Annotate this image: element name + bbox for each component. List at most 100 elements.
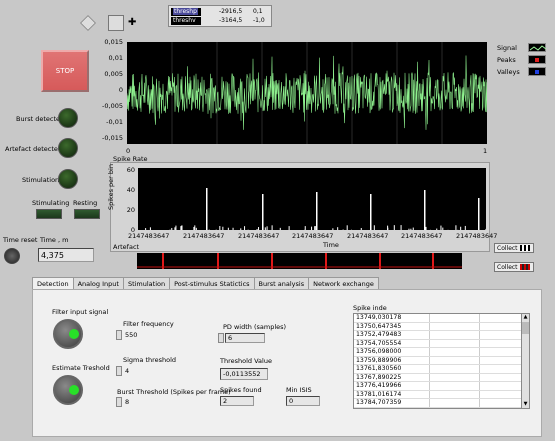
stimulating-toggle[interactable]: [36, 209, 62, 219]
pan-icon[interactable]: [108, 15, 124, 31]
spike-bar: [175, 225, 177, 230]
threshp-v1: -2916,5: [219, 8, 243, 15]
spike-bar: [219, 226, 221, 230]
signal-plot[interactable]: [127, 42, 487, 144]
sigma-label: Sigma threshold: [123, 356, 177, 364]
spike-index-value: 13756,098000: [354, 348, 430, 356]
estimate-knob[interactable]: [53, 375, 83, 405]
collect-button-2[interactable]: Collect: [494, 262, 534, 272]
scroll-thumb[interactable]: [522, 322, 529, 334]
min-isis-field: 0: [286, 396, 320, 406]
x-tick: 2147483647: [292, 232, 334, 240]
checker-red-icon: [519, 264, 530, 270]
list-item[interactable]: 13756,098000: [354, 348, 528, 357]
collect-button-1[interactable]: Collect: [494, 243, 534, 253]
y-tick: 20: [126, 206, 135, 214]
list-item[interactable]: 13750,647345: [354, 322, 528, 331]
spike-bar: [424, 190, 426, 230]
spike-index-list[interactable]: 13749,030178 13750,647345 13752,479483 1375…: [353, 313, 529, 409]
artefact-marks: [137, 253, 462, 269]
y-tick: 60: [126, 166, 135, 174]
artefact-detected-label: Artefact detected: [5, 145, 63, 153]
x-tick: 2147483647: [456, 232, 498, 240]
spike-bar: [436, 228, 438, 230]
spike-rate-plot[interactable]: [138, 168, 486, 230]
list-item[interactable]: 13781,016174: [354, 390, 528, 399]
sigma-stepper[interactable]: [116, 366, 122, 376]
x-tick: 2147483647: [183, 232, 225, 240]
spike-bar: [412, 227, 414, 230]
spike-bar: [387, 227, 389, 230]
pd-width-label: PD width (samples): [223, 323, 287, 331]
spike-bar: [258, 227, 260, 230]
burst-threshold-stepper[interactable]: [116, 397, 122, 407]
scroll-up-icon[interactable]: ▲: [522, 314, 529, 321]
threshv-v1: -3164,5: [219, 17, 243, 24]
filter-frequency-field[interactable]: 550: [123, 330, 153, 340]
spike-index-value: 13776,419966: [354, 382, 430, 390]
y-tick: 0,01: [108, 54, 123, 62]
y-tick: 0,015: [104, 38, 123, 46]
signal-trace: [127, 42, 487, 144]
artefact-strip[interactable]: [137, 253, 462, 269]
spike-bar: [244, 226, 246, 230]
list-item[interactable]: 13776,419966: [354, 382, 528, 391]
list-item[interactable]: 13754,705554: [354, 339, 528, 348]
pd-width-field[interactable]: 6: [225, 333, 265, 343]
spike-bar: [279, 227, 281, 230]
filter-input-knob[interactable]: [53, 319, 83, 349]
stimulation-label: Stimulation: [22, 176, 60, 184]
resting-toggle[interactable]: [74, 209, 100, 219]
spike-bar: [174, 227, 176, 230]
spike-bar: [316, 192, 318, 230]
x-tick-0: 0: [126, 147, 131, 155]
spike-bar: [266, 226, 268, 230]
time-reset-label: Time reset: [3, 236, 38, 244]
scroll-down-icon[interactable]: ▼: [522, 401, 529, 408]
list-item[interactable]: 13759,889906: [354, 356, 528, 365]
spike-bar: [262, 194, 264, 230]
spike-bar: [171, 227, 173, 230]
spikes-found-field: 2: [220, 396, 254, 406]
zoom-icon[interactable]: [80, 15, 96, 31]
list-item[interactable]: 13784,707359: [354, 399, 528, 408]
list-item[interactable]: 13749,030178: [354, 314, 528, 323]
spike-bar: [311, 226, 313, 230]
spike-rate-bars: [145, 188, 486, 230]
filter-frequency-stepper[interactable]: [116, 330, 122, 340]
list-item[interactable]: 13761,830560: [354, 365, 528, 374]
spike-list-scrollbar[interactable]: ▲ ▼: [521, 313, 530, 409]
cursor-icon[interactable]: ✚: [128, 17, 136, 28]
threshp-v2: 0,1: [253, 8, 263, 15]
legend-peaks: Peaks: [497, 56, 516, 64]
stimulation-led: [58, 169, 78, 189]
spike-bar: [440, 225, 442, 230]
legend-valleys: Valleys: [497, 68, 520, 76]
spike-rate-yaxis: 60 40 20 0: [122, 166, 136, 236]
spike-bar: [337, 227, 339, 230]
y-tick: 0,005: [104, 70, 123, 78]
spike-bar: [195, 227, 197, 230]
burst-threshold-field[interactable]: 8: [123, 397, 153, 407]
resting-label: Resting: [73, 199, 98, 207]
threshv-name: threshv: [173, 17, 196, 24]
list-item[interactable]: 13752,479483: [354, 331, 528, 340]
spike-bar: [193, 226, 195, 230]
sigma-field[interactable]: 4: [123, 366, 153, 376]
burst-threshold-label: Burst Threshold (Spikes per frame): [117, 388, 231, 396]
time-label: Time , m: [40, 236, 69, 244]
stop-button[interactable]: STOP: [41, 50, 89, 92]
list-item[interactable]: 13767,890225: [354, 373, 528, 382]
filter-frequency-label: Filter frequency: [123, 320, 174, 328]
legend-signal: Signal: [497, 44, 517, 52]
min-isis-label: Min ISIS: [286, 386, 312, 394]
spike-rate-xaxis: 2147483647 2147483647 2147483647 2147483…: [128, 232, 497, 242]
signal-yaxis: 0,015 0,01 0,005 0 -0,005 -0,01 -0,015: [95, 38, 125, 148]
spike-bar: [194, 225, 196, 230]
spike-bar: [393, 225, 395, 230]
spike-rate-xlabel: Time: [323, 241, 339, 249]
graph-palette[interactable]: ✚: [80, 13, 155, 33]
pd-width-stepper[interactable]: [218, 333, 224, 343]
collect-label: Collect: [497, 263, 518, 271]
time-reset-button[interactable]: [4, 248, 20, 264]
